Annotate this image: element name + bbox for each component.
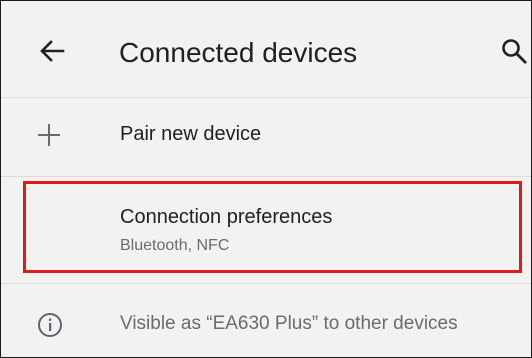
search-button[interactable] xyxy=(497,31,531,71)
pair-new-device-item[interactable]: Pair new device xyxy=(1,98,531,176)
visibility-info-text: Visible as “EA630 Plus” to other devices xyxy=(120,313,458,334)
connection-preferences-label: Connection preferences xyxy=(120,206,333,228)
arrow-back-icon xyxy=(40,40,65,62)
visibility-info-item: Visible as “EA630 Plus” to other devices xyxy=(1,284,531,357)
pair-new-device-label: Pair new device xyxy=(120,123,262,145)
settings-screen: Connected devices Pair new device Connec… xyxy=(0,0,532,358)
info-icon xyxy=(38,313,62,337)
back-button[interactable] xyxy=(33,29,77,73)
connection-preferences-item[interactable]: Connection preferences Bluetooth, NFC xyxy=(1,177,531,283)
plus-icon xyxy=(38,124,60,146)
search-icon xyxy=(502,39,527,64)
connection-preferences-summary: Bluetooth, NFC xyxy=(120,237,230,254)
app-bar: Connected devices xyxy=(1,1,531,97)
page-title: Connected devices xyxy=(119,37,358,68)
